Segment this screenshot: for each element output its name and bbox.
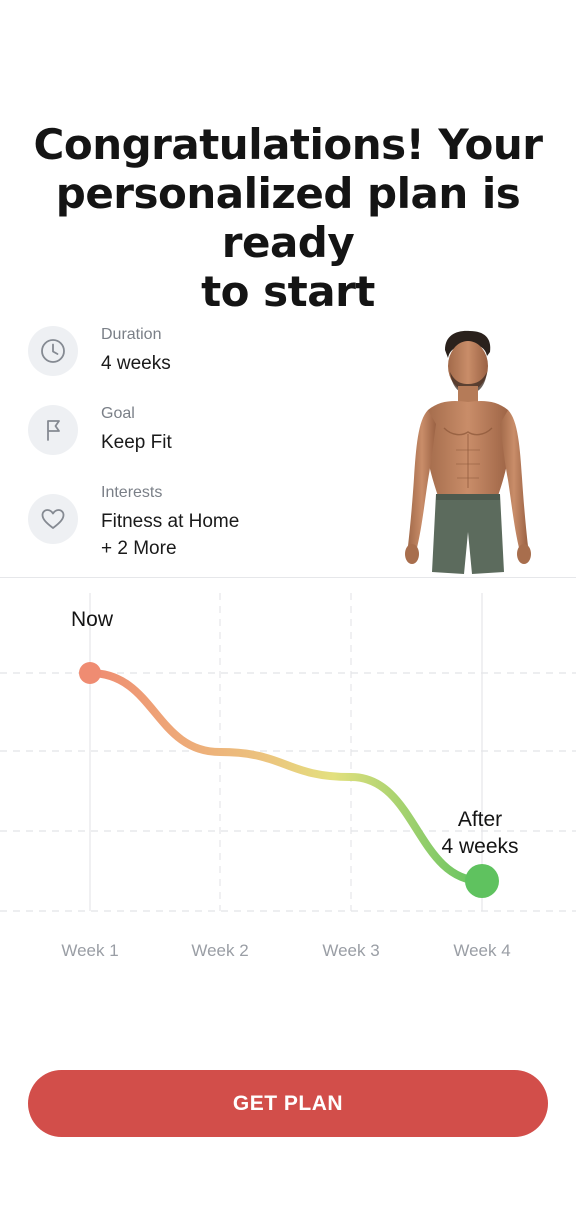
get-plan-button[interactable]: GET PLAN bbox=[28, 1070, 548, 1137]
chart-annotation-weeks: 4 weeks bbox=[441, 835, 518, 858]
chart-tick-label: Week 3 bbox=[322, 941, 379, 960]
interests-value: Fitness at Home bbox=[101, 511, 240, 532]
title-line-3: to start bbox=[201, 267, 375, 316]
chart-point-end bbox=[465, 864, 499, 898]
goal-label: Goal bbox=[101, 405, 135, 422]
flag-icon bbox=[28, 405, 78, 455]
heart-icon bbox=[28, 494, 78, 544]
interests-label: Interests bbox=[101, 484, 163, 501]
info-goal: Goal Keep Fit bbox=[28, 405, 358, 465]
duration-value: 4 weeks bbox=[101, 353, 171, 374]
interests-more: + 2 More bbox=[101, 538, 177, 559]
chart-grid bbox=[0, 593, 576, 912]
progress-chart: Now After 4 weeks Week 1 Week 2 Week 3 Week… bbox=[0, 593, 576, 960]
page-title: Congratulations! Your personalized plan … bbox=[20, 120, 556, 316]
clock-icon bbox=[28, 326, 78, 376]
duration-label: Duration bbox=[101, 326, 162, 343]
goal-value: Keep Fit bbox=[101, 432, 172, 453]
chart-tick-label: Week 4 bbox=[453, 941, 510, 960]
title-line-2: personalized plan is ready bbox=[55, 169, 521, 267]
chart-series-line bbox=[86, 669, 486, 885]
chart-annotation-after: After bbox=[458, 808, 502, 831]
avatar-image bbox=[405, 330, 531, 574]
info-interests: Interests Fitness at Home + 2 More bbox=[28, 484, 358, 564]
chart-tick-label: Week 1 bbox=[61, 941, 118, 960]
chart-point-start bbox=[79, 662, 101, 684]
chart-x-axis: Week 1 Week 2 Week 3 Week 4 bbox=[61, 941, 510, 960]
chart-tick-label: Week 2 bbox=[191, 941, 248, 960]
title-line-1: Congratulations! Your bbox=[33, 120, 543, 169]
info-duration: Duration 4 weeks bbox=[28, 326, 358, 386]
chart-annotation-now: Now bbox=[71, 608, 114, 631]
